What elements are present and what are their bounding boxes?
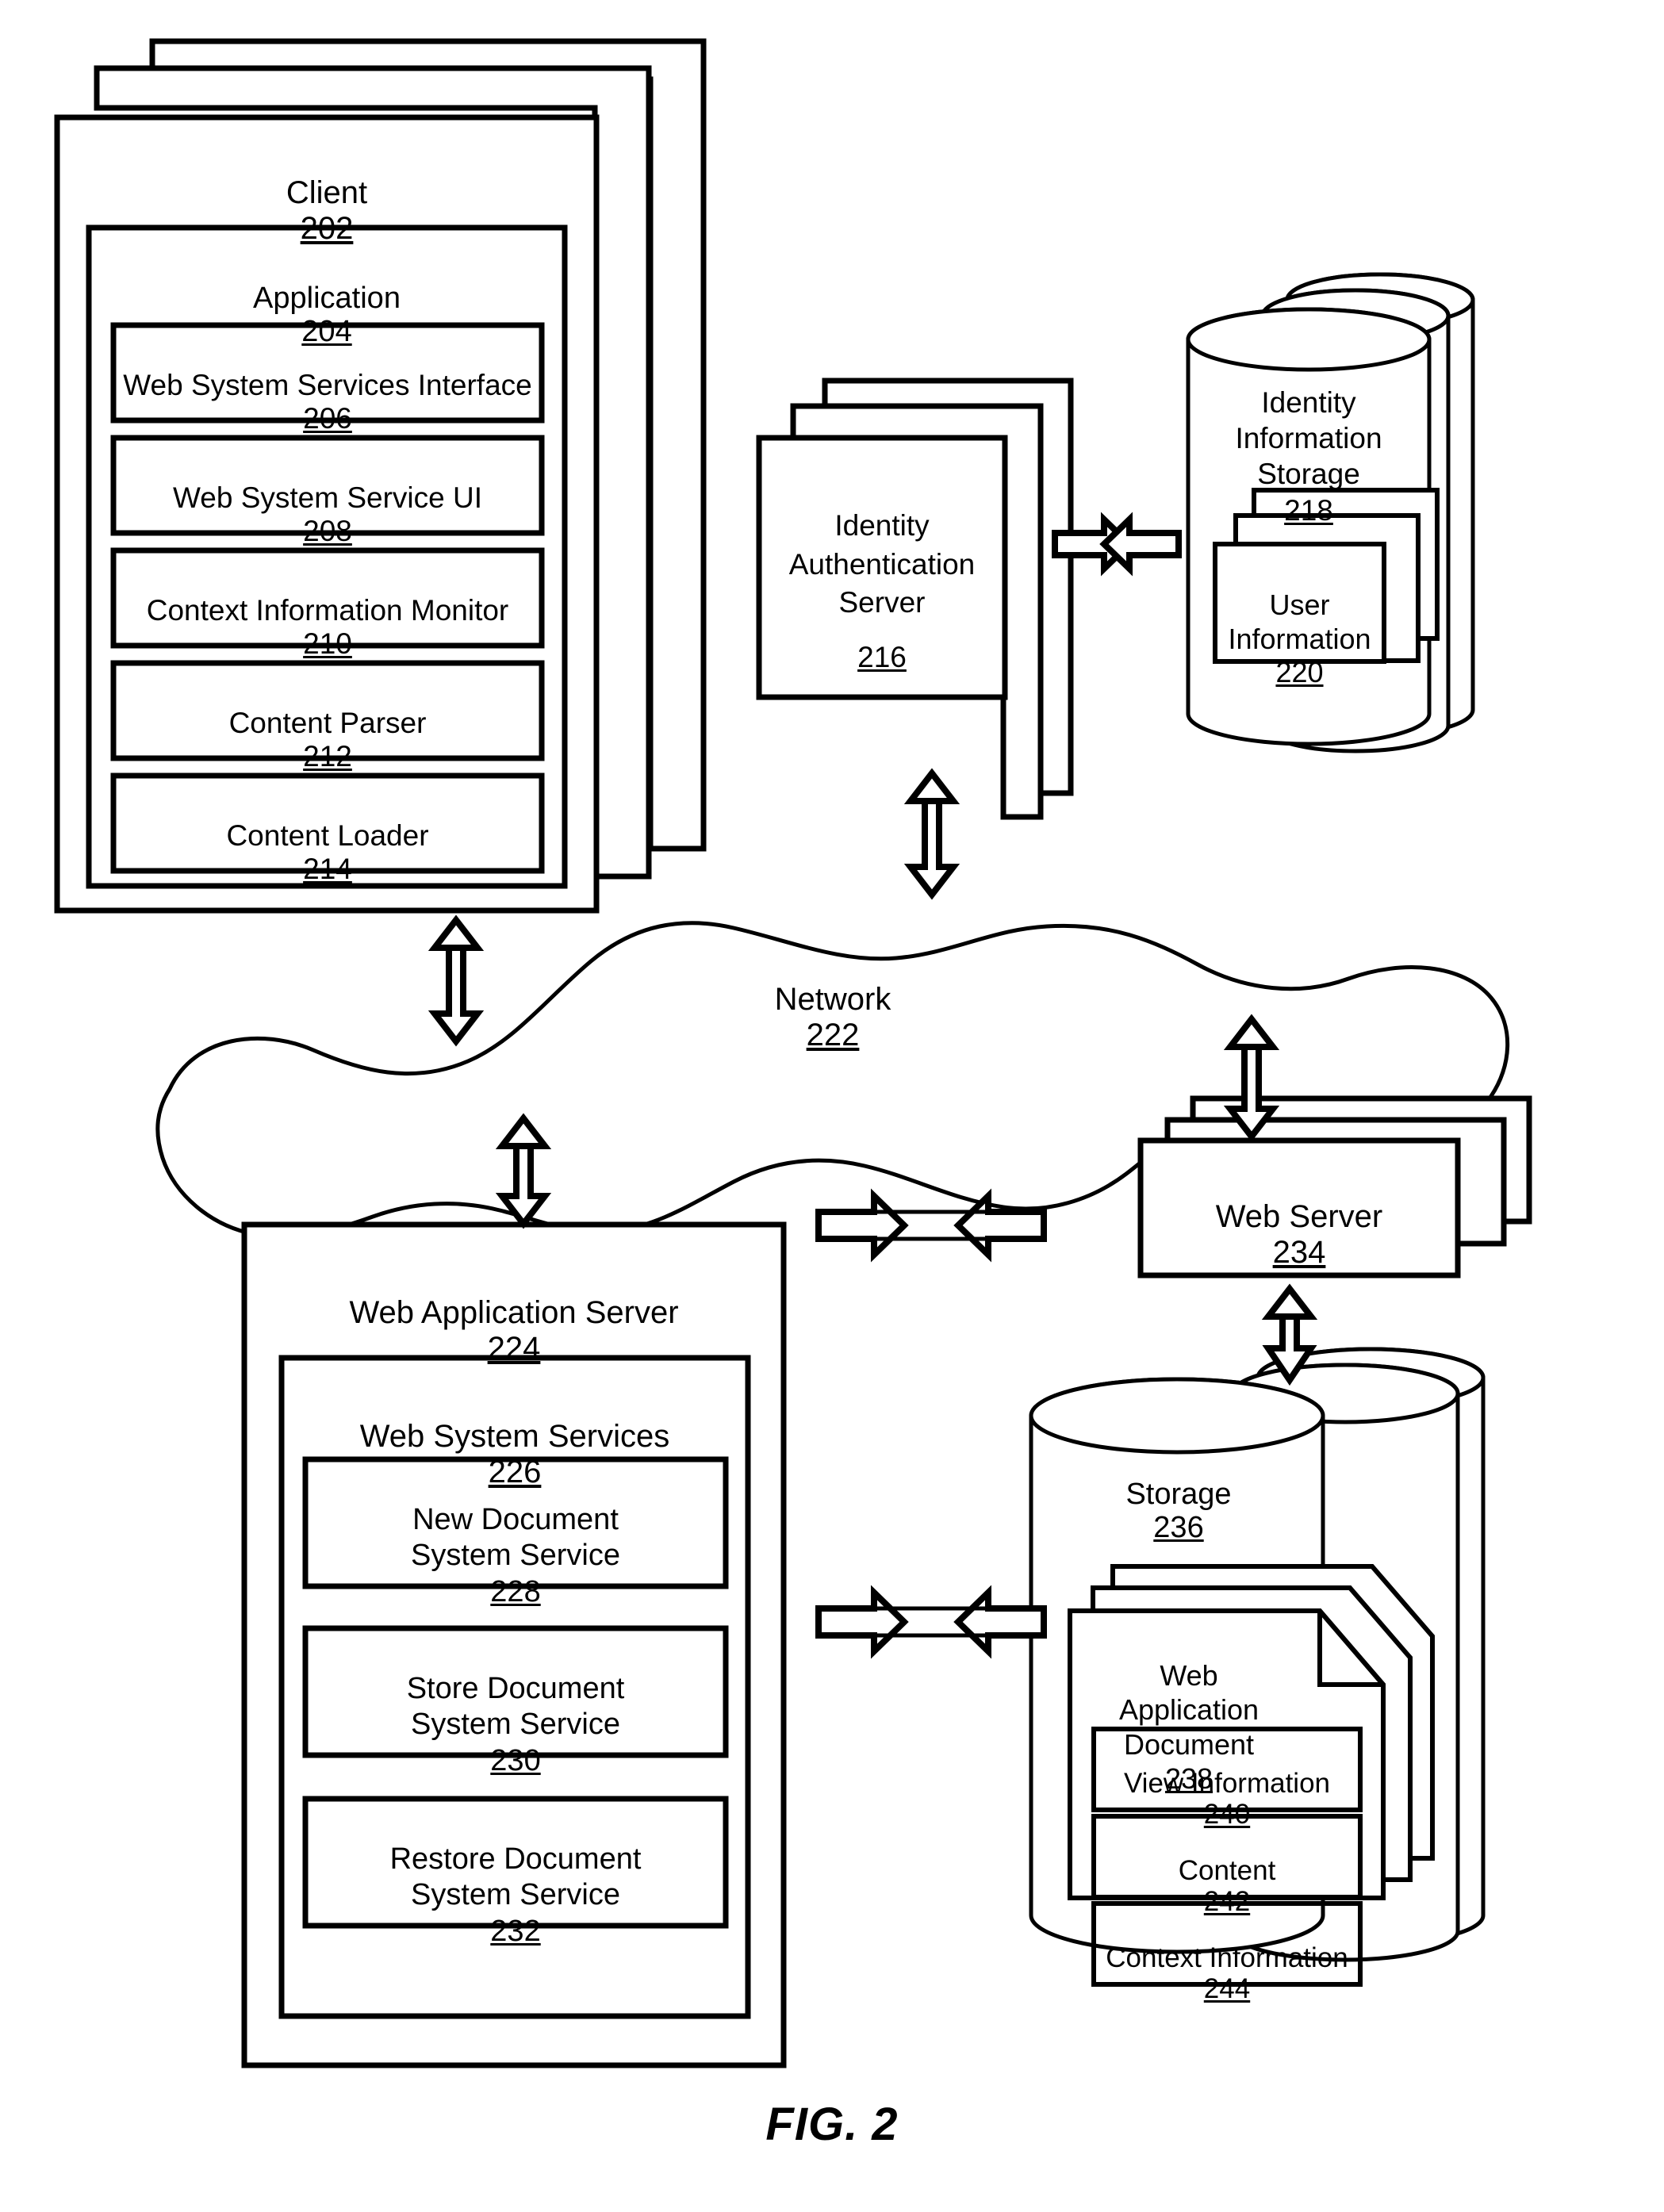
arrow-auth-to-network-down [903,798,960,900]
arrow-web-application-server-to-storage [815,1585,909,1659]
new-document-system-service-label: New Document System Service 228 [411,1502,620,1608]
arrow-web-application-server-to-web-server [815,1188,909,1263]
web-system-service-ui-label: Web System Service UI 208 [173,481,482,547]
figure-caption: FIG. 2 [765,2099,899,2150]
web-server-label: Web Server 234 [1215,1198,1383,1270]
web-application-server-label: Web Application Server 224 [349,1294,679,1366]
content-parser-label: Content Parser 212 [228,707,427,772]
restore-document-system-service-label: Restore Document System Service 232 [389,1842,642,1948]
user-information-label: User Information 220 [1228,588,1371,689]
arrow-client-to-network-down [428,945,485,1047]
identity-authentication-server-label: Identity Authentication Server 216 [788,508,976,674]
figure-canvas: .ln { fill:#fff; stroke:#000; stroke-wid… [0,0,1664,2212]
context-information-monitor-label: Context Information Monitor 210 [146,594,509,660]
content-loader-label: Content Loader 214 [226,819,429,885]
web-system-services-interface-label: Web System Services Interface 206 [123,369,532,435]
store-document-system-service-label: Store Document System Service 230 [406,1671,625,1777]
storage-label: Storage 236 [1125,1477,1232,1545]
identity-information-storage-label: Identity Information Storage 218 [1235,386,1382,527]
network-label: Network 222 [774,981,891,1052]
context-information-label: Context Information 244 [1106,1942,1348,2005]
